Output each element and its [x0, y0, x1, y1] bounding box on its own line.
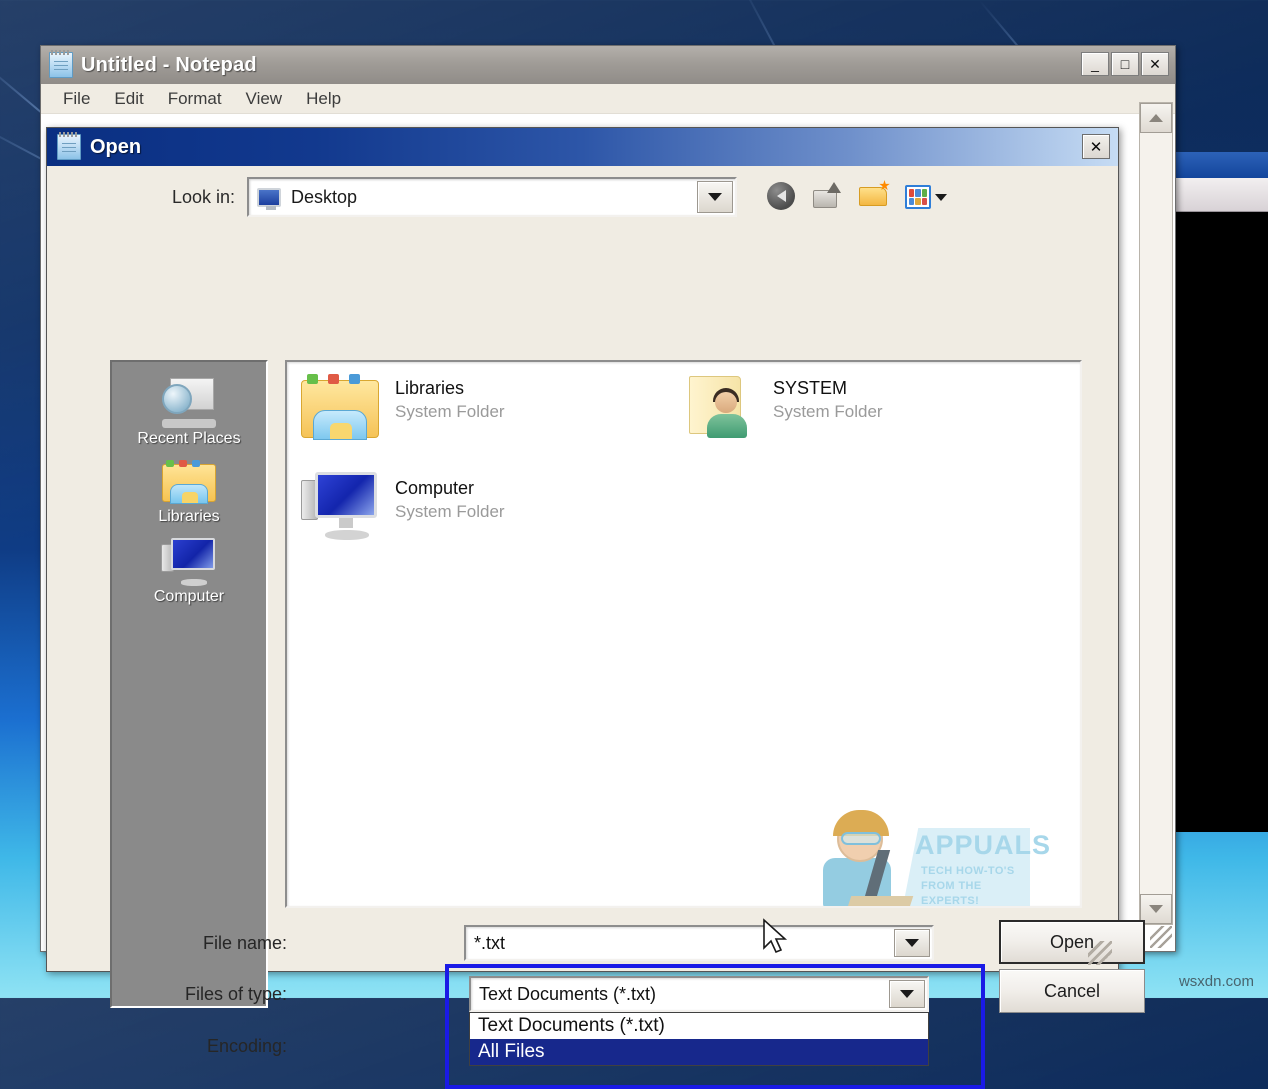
dialog-toolbar	[767, 182, 947, 212]
appuals-watermark: APPUALS TECH HOW-TO'S FROM THE EXPERTS!	[815, 810, 1030, 908]
desktop-monitor-icon	[257, 188, 281, 207]
watermark-title: APPUALS	[915, 830, 1051, 861]
look-in-combobox[interactable]: Desktop	[247, 177, 737, 217]
dropdown-option-all-files[interactable]: All Files	[470, 1039, 928, 1065]
place-label: Computer	[154, 588, 224, 606]
notepad-icon	[57, 134, 81, 160]
place-item-computer[interactable]: Computer	[112, 538, 266, 606]
file-list-view[interactable]: Libraries System Folder SYSTEM System Fo…	[285, 360, 1082, 908]
open-dialog: Open ✕ Look in: Desktop	[46, 127, 1119, 972]
dialog-title: Open	[90, 136, 141, 159]
file-type: System Folder	[773, 402, 883, 422]
file-type: System Folder	[395, 502, 505, 522]
cancel-button[interactable]: Cancel	[999, 969, 1145, 1013]
watermark-person-icon	[815, 810, 915, 908]
notepad-icon	[49, 52, 73, 78]
dialog-resize-grip[interactable]	[1088, 941, 1112, 965]
back-button[interactable]	[767, 182, 797, 212]
dialog-titlebar[interactable]: Open ✕	[47, 128, 1118, 166]
views-button[interactable]	[905, 182, 947, 212]
files-of-type-label: Files of type:	[97, 984, 287, 1005]
views-grid-icon	[905, 185, 931, 209]
views-dropdown-arrow-icon[interactable]	[935, 194, 947, 201]
computer-monitor-icon	[301, 470, 381, 542]
scroll-up-icon[interactable]	[1140, 103, 1172, 133]
place-item-recent-places[interactable]: Recent Places	[112, 376, 266, 448]
menu-item-format[interactable]: Format	[158, 86, 232, 112]
maximize-button[interactable]: □	[1111, 52, 1139, 76]
minimize-button[interactable]: _	[1081, 52, 1109, 76]
notepad-resize-grip[interactable]	[1150, 926, 1172, 948]
list-item[interactable]: Computer System Folder	[301, 470, 505, 542]
background-window-titlebar	[1174, 152, 1268, 178]
file-type: System Folder	[395, 402, 505, 422]
new-folder-button[interactable]	[859, 182, 889, 212]
file-name: SYSTEM	[773, 378, 883, 399]
open-button[interactable]: Open	[999, 920, 1145, 964]
files-of-type-value: Text Documents (*.txt)	[479, 984, 656, 1005]
recent-places-icon	[160, 376, 218, 428]
file-name-value: *.txt	[474, 933, 505, 954]
place-item-libraries[interactable]: Libraries	[112, 460, 266, 526]
new-folder-icon	[859, 182, 889, 206]
look-in-value: Desktop	[291, 187, 357, 208]
file-name-label: File name:	[97, 933, 287, 954]
place-label: Recent Places	[137, 430, 240, 448]
background-window[interactable]	[1172, 152, 1268, 832]
menu-item-edit[interactable]: Edit	[104, 86, 153, 112]
dialog-close-button[interactable]: ✕	[1082, 134, 1110, 159]
files-of-type-dropdown-arrow-icon[interactable]	[889, 980, 925, 1008]
encoding-label: Encoding:	[97, 1036, 287, 1057]
libraries-folder-icon	[162, 460, 216, 506]
menu-item-file[interactable]: File	[53, 86, 100, 112]
up-one-level-button[interactable]	[813, 182, 843, 212]
libraries-folder-icon	[301, 370, 381, 442]
back-arrow-icon	[767, 182, 795, 210]
file-name-dropdown-arrow-icon[interactable]	[894, 929, 930, 957]
user-folder-icon	[685, 370, 759, 440]
places-bar: Recent Places Libraries Computer	[110, 360, 268, 1008]
look-in-row: Look in: Desktop	[47, 166, 1118, 228]
files-of-type-dropdown-list[interactable]: Text Documents (*.txt) All Files	[469, 1012, 929, 1066]
notepad-title: Untitled - Notepad	[81, 54, 257, 77]
file-name-input[interactable]: *.txt	[464, 925, 934, 961]
notepad-menubar: File Edit Format View Help	[41, 84, 1175, 114]
close-button[interactable]: ✕	[1141, 52, 1169, 76]
computer-monitor-icon	[161, 538, 217, 586]
watermark-subtitle: TECH HOW-TO'S FROM THE EXPERTS!	[921, 864, 1029, 908]
look-in-label: Look in:	[47, 187, 247, 208]
background-window-toolbar	[1174, 178, 1268, 212]
notepad-titlebar[interactable]: Untitled - Notepad _ □ ✕	[41, 46, 1175, 84]
list-item[interactable]: Libraries System Folder	[301, 370, 505, 442]
look-in-dropdown-arrow-icon[interactable]	[697, 181, 733, 213]
site-watermark: wsxdn.com	[1179, 973, 1254, 990]
up-folder-icon	[813, 182, 841, 208]
list-item[interactable]: SYSTEM System Folder	[685, 370, 883, 440]
notepad-window-buttons: _ □ ✕	[1081, 52, 1169, 76]
dropdown-option-text-documents[interactable]: Text Documents (*.txt)	[470, 1013, 928, 1039]
file-name: Libraries	[395, 378, 505, 399]
files-of-type-combobox[interactable]: Text Documents (*.txt)	[469, 976, 929, 1012]
menu-item-help[interactable]: Help	[296, 86, 351, 112]
menu-item-view[interactable]: View	[236, 86, 293, 112]
file-name: Computer	[395, 478, 505, 499]
notepad-vertical-scrollbar[interactable]	[1139, 102, 1173, 925]
place-label: Libraries	[158, 508, 219, 526]
